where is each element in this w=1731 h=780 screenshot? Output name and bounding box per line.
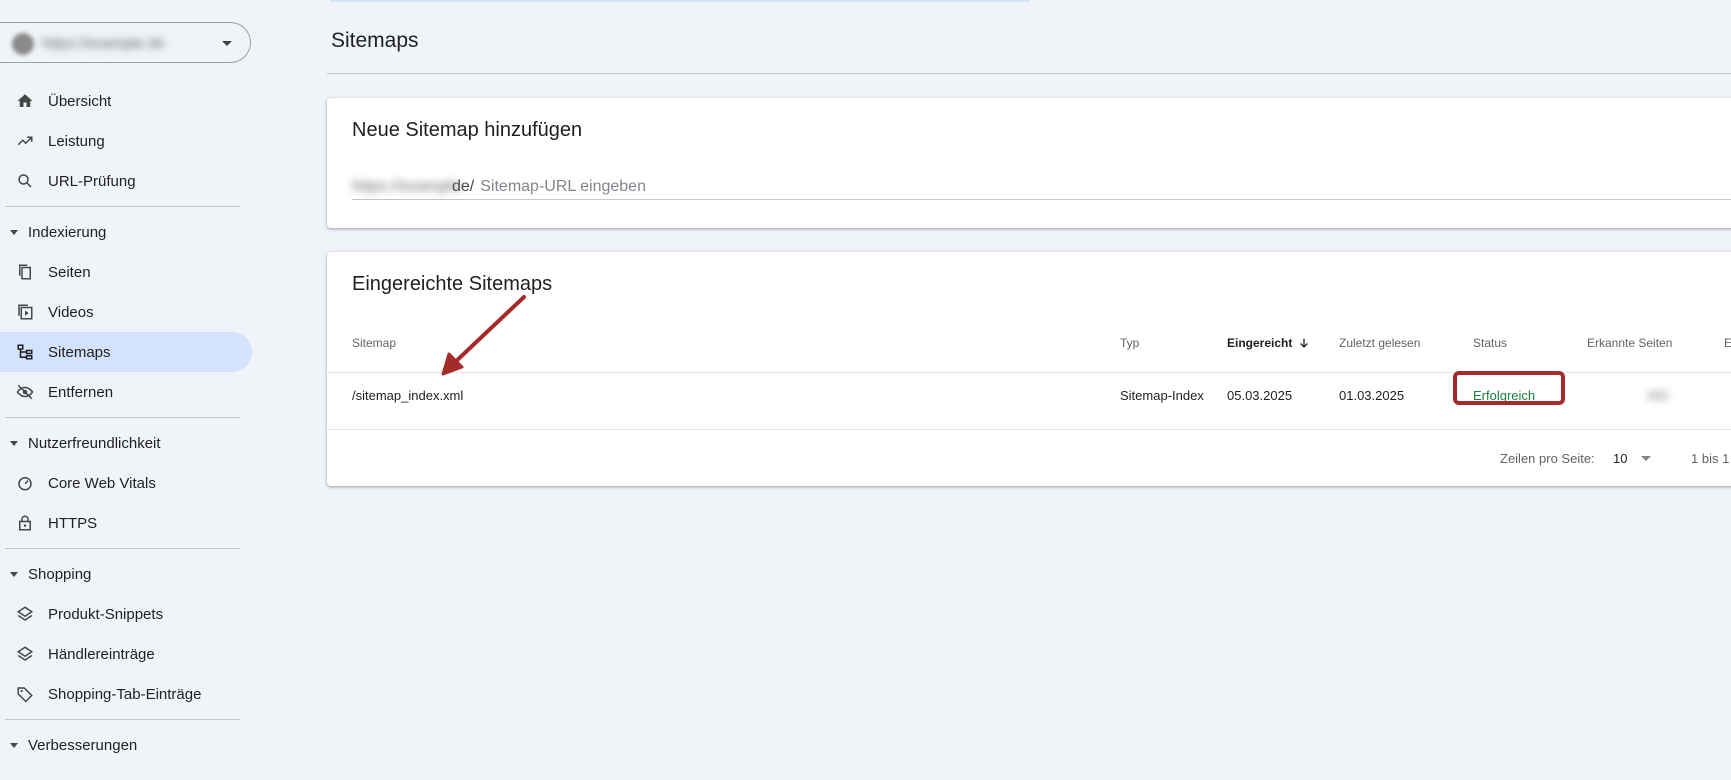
divider <box>5 417 240 418</box>
pages-icon <box>16 263 34 281</box>
column-header-sitemap[interactable]: Sitemap <box>352 336 396 350</box>
column-header-typ[interactable]: Typ <box>1120 336 1139 350</box>
divider <box>327 429 1731 430</box>
arrow-down-icon <box>1300 338 1309 348</box>
card-title: Eingereichte Sitemaps <box>352 273 553 295</box>
sidebar-item-sitemaps[interactable]: Sitemaps <box>0 332 252 372</box>
progress-line <box>330 0 1030 2</box>
column-header-extra[interactable]: E <box>1724 336 1731 350</box>
section-indexierung[interactable]: Indexierung <box>0 212 260 252</box>
divider <box>5 719 240 720</box>
annotation-highlight-box <box>1453 371 1565 405</box>
sidebar-item-haendlereintraege[interactable]: Händlereinträge <box>0 634 252 674</box>
sidebar-item-shopping-tab-eintraege[interactable]: Shopping-Tab-Einträge <box>0 674 252 714</box>
sidebar-item-label: Core Web Vitals <box>48 474 156 492</box>
sidebar-nav: Übersicht Leistung URL-Prüfung Indexieru… <box>0 81 260 765</box>
caret-down-icon <box>10 440 18 446</box>
column-header-eingereicht[interactable]: Eingereicht <box>1227 336 1310 350</box>
sidebar-item-label: Sitemaps <box>48 343 111 361</box>
rows-per-page-label: Zeilen pro Seite: <box>1500 451 1595 466</box>
caret-down-icon <box>10 571 18 577</box>
tag-icon <box>16 685 34 703</box>
property-avatar <box>12 33 34 55</box>
sidebar-item-label: Produkt-Snippets <box>48 605 164 623</box>
sidebar-item-label: Leistung <box>48 132 105 150</box>
section-verbesserungen[interactable]: Verbesserungen <box>0 725 260 765</box>
sidebar-item-core-web-vitals[interactable]: Core Web Vitals <box>0 463 252 503</box>
hidden-eye-icon <box>16 383 34 401</box>
gauge-icon <box>16 474 34 492</box>
sidebar: https://example.de Übersicht Leistung UR… <box>0 0 260 780</box>
cell-sitemap: /sitemap_index.xml <box>352 388 464 403</box>
sidebar-item-https[interactable]: HTTPS <box>0 503 252 543</box>
layers-icon <box>16 605 34 623</box>
caret-down-icon <box>10 742 18 748</box>
sidebar-item-videos[interactable]: Videos <box>0 292 252 332</box>
sidebar-item-label: URL-Prüfung <box>48 172 136 190</box>
caret-down-icon <box>10 229 18 235</box>
column-header-erkannte-seiten[interactable]: Erkannte Seiten <box>1587 336 1672 350</box>
section-label: Nutzerfreundlichkeit <box>28 434 161 452</box>
sidebar-item-label: Videos <box>48 303 94 321</box>
domain-prefix: https://example. <box>352 177 465 195</box>
sitemap-url-field[interactable]: https://example. de/ <box>352 174 1731 200</box>
video-icon <box>16 303 34 321</box>
search-icon <box>16 172 34 190</box>
sidebar-item-produkt-snippets[interactable]: Produkt-Snippets <box>0 594 252 634</box>
sidebar-item-label: Seiten <box>48 263 91 281</box>
sidebar-item-seiten[interactable]: Seiten <box>0 252 252 292</box>
sidebar-item-label: Übersicht <box>48 92 112 110</box>
sidebar-item-label: Shopping-Tab-Einträge <box>48 685 202 703</box>
sidebar-item-label: Händlereinträge <box>48 645 155 663</box>
sidebar-item-uebersicht[interactable]: Übersicht <box>0 81 252 121</box>
home-icon <box>16 92 34 110</box>
page-title: Sitemaps <box>331 29 419 52</box>
property-name: https://example.de <box>42 35 165 52</box>
sitemap-url-input[interactable] <box>480 177 1081 196</box>
section-shopping[interactable]: Shopping <box>0 554 260 594</box>
sidebar-item-leistung[interactable]: Leistung <box>0 121 252 161</box>
add-sitemap-card: Neue Sitemap hinzufügen https://example.… <box>327 98 1731 228</box>
section-nutzerfreundlichkeit[interactable]: Nutzerfreundlichkeit <box>0 423 260 463</box>
sidebar-item-entfernen[interactable]: Entfernen <box>0 372 252 412</box>
card-title: Neue Sitemap hinzufügen <box>352 119 583 141</box>
pagination-range: 1 bis 1 <box>1691 451 1730 466</box>
divider <box>5 206 240 207</box>
section-label: Verbesserungen <box>28 736 138 754</box>
sidebar-item-label: Entfernen <box>48 383 114 401</box>
chevron-down-icon[interactable] <box>1641 456 1651 461</box>
column-header-status[interactable]: Status <box>1473 336 1507 350</box>
divider <box>327 73 1731 74</box>
sitemap-icon <box>16 343 34 361</box>
column-header-label: Eingereicht <box>1227 336 1293 350</box>
submitted-sitemaps-card: Eingereichte Sitemaps Sitemap Typ Einger… <box>327 252 1731 486</box>
cell-eingereicht: 05.03.2025 <box>1227 388 1293 403</box>
cell-erkannte-seiten: 300 <box>1647 388 1669 403</box>
divider <box>5 548 240 549</box>
cell-typ: Sitemap-Index <box>1120 388 1204 403</box>
sidebar-item-label: HTTPS <box>48 514 98 532</box>
property-selector[interactable]: https://example.de <box>0 22 251 63</box>
section-label: Shopping <box>28 565 92 583</box>
column-header-zuletzt-gelesen[interactable]: Zuletzt gelesen <box>1339 336 1420 350</box>
sidebar-item-url-pruefung[interactable]: URL-Prüfung <box>0 161 252 201</box>
cell-zuletzt-gelesen: 01.03.2025 <box>1339 388 1405 403</box>
section-label: Indexierung <box>28 223 107 241</box>
chevron-down-icon <box>222 41 232 46</box>
rows-per-page-select[interactable]: 10 <box>1613 451 1627 466</box>
trending-up-icon <box>16 132 34 150</box>
layers-icon <box>16 645 34 663</box>
lock-icon <box>16 514 34 532</box>
